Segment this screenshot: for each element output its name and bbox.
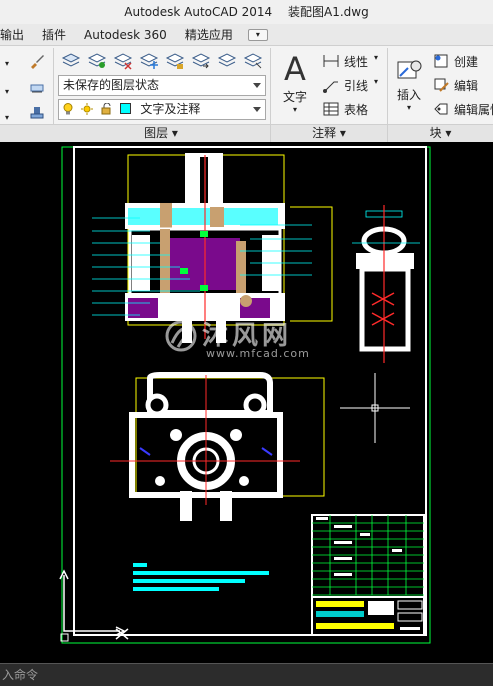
- linear-dimension-icon[interactable]: [320, 50, 342, 72]
- watermark-url: www.mfcad.com: [206, 347, 310, 360]
- layer-lock-icon[interactable]: [164, 50, 186, 72]
- tab-autodesk-360[interactable]: Autodesk 360: [75, 24, 176, 46]
- layer-walk-icon[interactable]: [216, 50, 238, 72]
- drawing-canvas[interactable]: 沐风网 www.mfcad.com: [0, 143, 493, 663]
- chevron-down-icon: [253, 83, 261, 88]
- sun-icon: [80, 102, 93, 115]
- chevron-down-icon: ▾: [255, 29, 260, 39]
- erase-icon[interactable]: [26, 76, 48, 98]
- layers-panel-footer[interactable]: 图层 ▾: [0, 124, 270, 142]
- unlock-icon: [101, 102, 113, 115]
- leader-label[interactable]: 引线: [344, 77, 368, 94]
- text-icon: A: [284, 50, 306, 88]
- annotation-panel-footer[interactable]: 注释 ▾: [271, 124, 387, 142]
- linear-label[interactable]: 线性: [344, 53, 368, 70]
- create-label[interactable]: 创建: [454, 53, 478, 70]
- ucs-icon: [59, 569, 129, 640]
- brush-icon[interactable]: [26, 50, 48, 72]
- layer-freeze-icon[interactable]: [138, 50, 160, 72]
- layer-state-icon[interactable]: [242, 50, 264, 72]
- insert-block-button[interactable]: 插入 ▾: [392, 52, 426, 120]
- chevron-down-icon: [253, 107, 261, 112]
- text-label: 文字: [282, 90, 307, 104]
- insert-label: 插入: [396, 88, 421, 102]
- plan-view: [110, 372, 325, 521]
- chevron-down-icon[interactable]: ▾: [0, 80, 14, 102]
- cad-drawing: [59, 146, 431, 644]
- current-layer-name: 文字及注释: [140, 102, 201, 116]
- edit-block-icon[interactable]: [430, 74, 452, 96]
- command-line[interactable]: 入命令: [0, 663, 493, 686]
- lightbulb-icon: [63, 102, 73, 115]
- title-bar: Autodesk AutoCAD 2014 装配图A1.dwg: [0, 0, 493, 24]
- edit-label[interactable]: 编辑: [454, 77, 478, 94]
- layer-properties-icon[interactable]: [60, 50, 82, 72]
- file-title: 装配图A1.dwg: [288, 5, 369, 19]
- layer-off-icon[interactable]: [112, 50, 134, 72]
- app-title: Autodesk AutoCAD 2014: [124, 5, 273, 19]
- edit-attribute-icon[interactable]: [430, 98, 452, 120]
- watermark-logo-icon: [164, 319, 198, 353]
- technical-notes: [133, 563, 269, 591]
- layer-dropdown[interactable]: 文字及注释: [58, 99, 266, 120]
- layer-state-dropdown[interactable]: 未保存的图层状态: [58, 75, 266, 96]
- insert-block-icon: [392, 52, 426, 86]
- create-block-icon[interactable]: [430, 50, 452, 72]
- title-block: [311, 514, 425, 636]
- ribbon: ▾ ▾ ▾ 未保存的图层状态 文字及注释 图层 ▾ A 文字 ▾ 线性 ▾ 引线…: [0, 46, 493, 142]
- ribbon-options-button[interactable]: ▾: [247, 28, 268, 41]
- leader-icon[interactable]: [320, 74, 342, 96]
- block-panel-footer[interactable]: 块 ▾: [388, 124, 493, 142]
- table-icon[interactable]: [320, 98, 342, 120]
- layer-color-swatch: [120, 103, 132, 114]
- command-prompt: 入命令: [2, 668, 39, 682]
- ribbon-tab-bar: 输出 插件 Autodesk 360 精选应用 ▾: [0, 24, 493, 46]
- tab-featured-apps[interactable]: 精选应用: [176, 24, 242, 46]
- side-view: [352, 205, 420, 363]
- chevron-down-icon[interactable]: ▾: [374, 53, 378, 62]
- chevron-down-icon[interactable]: ▾: [0, 52, 14, 74]
- tab-plugins[interactable]: 插件: [33, 24, 75, 46]
- layer-iso-icon[interactable]: [86, 50, 108, 72]
- crosshair-cursor: [340, 373, 410, 443]
- chevron-down-icon[interactable]: ▾: [374, 77, 378, 86]
- text-button[interactable]: A 文字 ▾: [278, 50, 312, 120]
- stamp-icon[interactable]: [26, 102, 48, 124]
- layer-match-icon[interactable]: [190, 50, 212, 72]
- edit-attribute-label[interactable]: 编辑属性: [454, 101, 493, 118]
- site-watermark: 沐风网 www.mfcad.com: [160, 315, 340, 361]
- tab-output[interactable]: 输出: [0, 24, 33, 46]
- table-label[interactable]: 表格: [344, 101, 368, 118]
- layer-state-value: 未保存的图层状态: [63, 78, 160, 92]
